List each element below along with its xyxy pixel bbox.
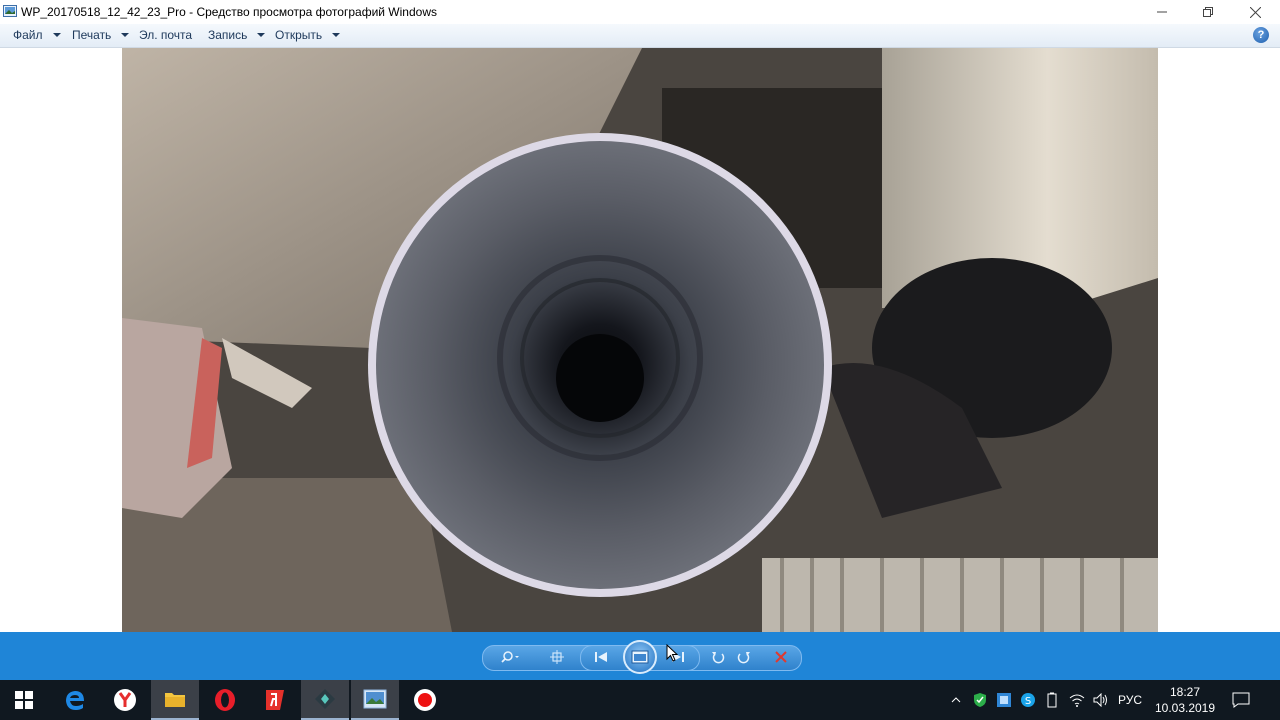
taskbar-file-explorer[interactable] [151,680,199,720]
rotate-right-button[interactable] [732,646,756,668]
battery-icon [1047,692,1057,708]
restore-button[interactable] [1185,0,1231,24]
chevron-down-icon [257,33,266,37]
chevron-down-icon [121,33,130,37]
chevron-down-icon [332,33,341,37]
tray-skype[interactable]: S [1018,680,1038,720]
slideshow-button[interactable] [623,640,657,674]
yandex-icon [266,690,284,710]
slideshow-icon [631,650,649,664]
photo-viewer-icon [363,689,387,709]
title-bar: WP_20170518_12_42_23_Pro - Средство прос… [0,0,1280,24]
minimize-icon [1157,11,1167,13]
tray-volume[interactable] [1090,680,1112,720]
chevron-up-icon [951,697,961,703]
menu-file-label: Файл [13,28,43,42]
photo-image[interactable] [122,48,1158,632]
record-icon [414,689,436,711]
notification-icon [1232,692,1250,708]
taskbar-yandex-browser[interactable] [101,680,149,720]
tray-network[interactable] [1066,680,1088,720]
minimize-button[interactable] [1139,0,1185,24]
mouse-cursor-icon [666,644,679,662]
taskbar: S РУС 18:27 10.03.2019 [0,680,1280,720]
filmora-icon [315,689,335,709]
image-viewer-area [0,48,1280,632]
photo-viewer-app-icon [3,5,17,17]
edge-icon [66,691,84,710]
file-explorer-icon [165,693,185,707]
volume-icon [1093,693,1107,707]
menu-burn-label: Запись [208,28,248,42]
close-icon [1249,6,1261,18]
previous-button[interactable] [589,646,613,668]
menu-open-label: Открыть [275,28,323,42]
menu-file[interactable]: Файл [13,28,61,42]
rotate-left-icon [712,652,725,664]
menu-bar: Файл Печать Эл. почта Запись Открыть ? [0,24,1280,48]
menu-email-label: Эл. почта [139,28,193,42]
taskbar-opera[interactable] [201,680,249,720]
menu-print-label: Печать [72,28,112,42]
zoom-icon [501,651,519,663]
taskbar-edge[interactable] [51,680,99,720]
tray-battery[interactable] [1042,680,1062,720]
clock-date: 10.03.2019 [1154,701,1216,715]
shield-icon [974,693,986,707]
action-center-button[interactable] [1228,680,1254,720]
delete-icon [775,651,787,663]
window-title: WP_20170518_12_42_23_Pro - Средство прос… [21,5,437,19]
taskbar-recorder[interactable] [401,680,449,720]
menu-print[interactable]: Печать [72,28,130,42]
skype-icon: S [1021,693,1035,707]
menu-open[interactable]: Открыть [275,28,341,42]
clock[interactable]: 18:27 10.03.2019 [1150,684,1220,716]
menu-burn[interactable]: Запись [208,28,266,42]
taskbar-filmora[interactable] [301,680,349,720]
delete-button[interactable] [769,646,793,668]
yandex-browser-icon [114,689,136,711]
zoom-button[interactable] [499,646,523,668]
close-button[interactable] [1232,0,1278,24]
language-indicator[interactable]: РУС [1112,680,1148,720]
chevron-down-icon [52,33,61,37]
restore-icon [1203,7,1213,17]
taskbar-yandex[interactable] [251,680,299,720]
menu-email[interactable]: Эл. почта [139,28,192,42]
wifi-icon [1069,694,1085,707]
app-tray-icon [997,693,1011,707]
help-icon[interactable]: ? [1253,27,1269,43]
start-button[interactable] [0,680,48,720]
rotate-left-button[interactable] [706,646,730,668]
show-hidden-icons-button[interactable] [948,680,964,720]
windows-start-icon [15,691,33,709]
svg-text:S: S [1025,696,1031,707]
rotate-right-icon [737,652,750,664]
opera-icon [215,689,235,711]
actual-size-icon [550,650,564,664]
tray-app[interactable] [994,680,1014,720]
actual-size-button[interactable] [545,646,569,668]
previous-icon [595,652,607,662]
clock-time: 18:27 [1169,685,1201,699]
taskbar-photo-viewer[interactable] [351,680,399,720]
tray-security[interactable] [970,680,990,720]
